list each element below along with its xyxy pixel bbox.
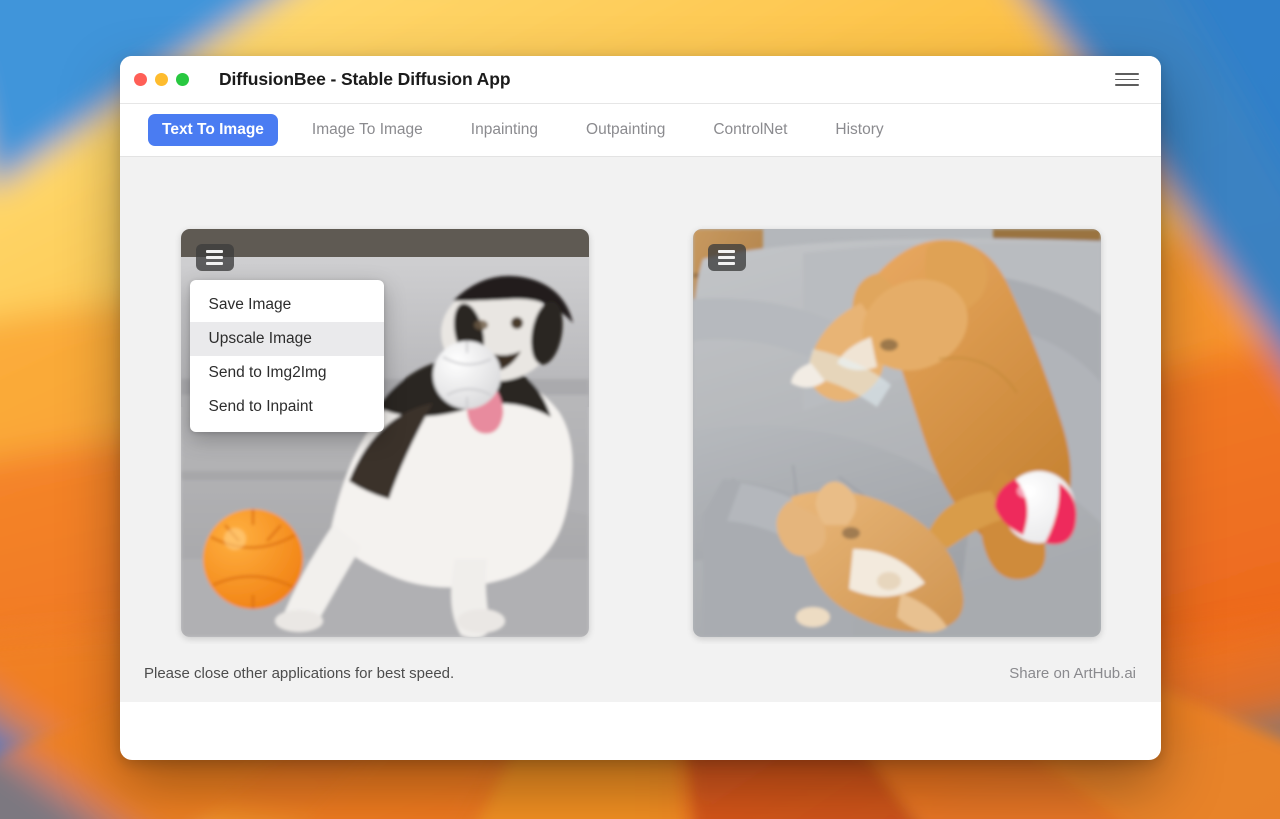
menu-item-send-to-img2img[interactable]: Send to Img2Img [190,356,384,390]
menu-item-send-to-inpaint[interactable]: Send to Inpaint [190,390,384,424]
result-card: Save Image Upscale Image Send to Img2Img… [180,229,589,672]
minimize-button[interactable] [155,73,168,86]
window-title: DiffusionBee - Stable Diffusion App [219,69,511,89]
image-menu-button-1[interactable] [195,244,234,271]
menu-item-save-image[interactable]: Save Image [190,288,384,322]
tab-history[interactable]: History [821,114,897,146]
status-bar: Please close other applications for best… [120,644,1161,702]
results-area: Save Image Upscale Image Send to Img2Img… [120,157,1161,702]
tab-controlnet[interactable]: ControlNet [699,114,801,146]
maximize-button[interactable] [176,73,189,86]
result-image-1[interactable]: Save Image Upscale Image Send to Img2Img… [180,229,589,637]
tab-image-to-image[interactable]: Image To Image [298,114,437,146]
result-image-2[interactable] [692,229,1101,637]
results-grid: Save Image Upscale Image Send to Img2Img… [180,229,1101,672]
desktop: DiffusionBee - Stable Diffusion App Text… [0,0,1280,819]
result-card: Save Image [692,229,1101,672]
menu-item-upscale-image[interactable]: Upscale Image [189,322,384,356]
traffic-lights [134,73,189,86]
close-button[interactable] [134,73,147,86]
generated-image-two-tan-dogs [692,229,1101,637]
tab-bar: Text To Image Image To Image Inpainting … [120,104,1161,157]
share-on-arthub-link[interactable]: Share on ArtHub.ai [1009,665,1136,682]
status-message: Please close other applications for best… [144,664,455,682]
hamburger-icon[interactable] [1115,68,1139,92]
tab-text-to-image[interactable]: Text To Image [148,114,278,146]
tab-outpainting[interactable]: Outpainting [572,114,679,146]
app-window: DiffusionBee - Stable Diffusion App Text… [120,56,1161,760]
tab-inpainting[interactable]: Inpainting [457,114,552,146]
titlebar: DiffusionBee - Stable Diffusion App [120,56,1161,104]
image-context-menu: Save Image Upscale Image Send to Img2Img… [189,280,384,432]
image-menu-button-2[interactable] [707,244,746,271]
